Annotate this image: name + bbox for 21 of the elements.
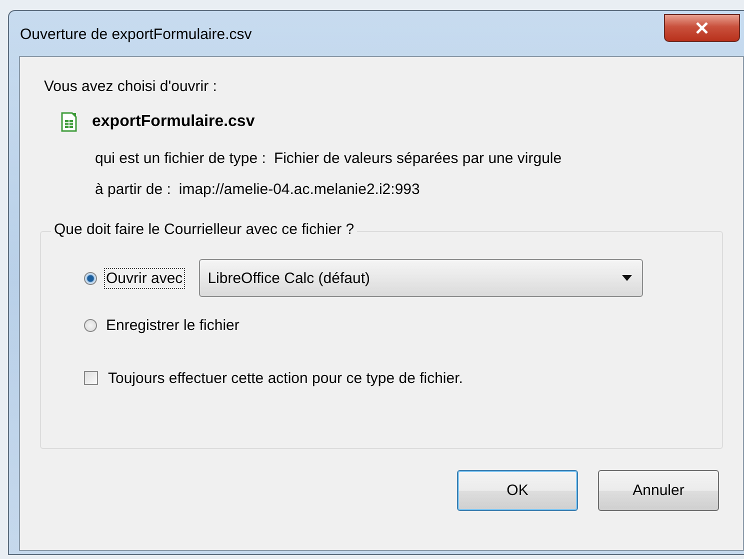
app-dropdown[interactable]: LibreOffice Calc (défaut) [198,259,643,297]
dialog-button[interactable]: Annuler [598,470,719,511]
checkbox-label[interactable]: Toujours effectuer cette action pour ce type de fichier. [106,368,465,388]
intro-text: Vous avez choisi d'ouvrir : [44,78,218,95]
close-button[interactable] [664,14,740,42]
field-label: qui est un fichier de type : [95,150,266,167]
window-title: Ouverture de exportFormulaire.csv [20,26,252,43]
checkbox[interactable] [84,371,98,385]
close-icon [695,22,709,34]
field-value: imap://amelie-04.ac.melanie2.i2:993 [178,181,420,198]
option-label[interactable]: Ouvrir avec [104,268,185,288]
caret-icon [622,275,632,281]
file-name: exportFormulaire.csv [92,113,255,131]
option-label[interactable]: Enregistrer le fichier [104,314,242,336]
field-label: à partir de : [95,181,171,198]
field-value: Fichier de valeurs séparées par une virgule [274,150,562,167]
group-label: Que doit faire le Courrielleur avec ce fichier ? [51,221,358,238]
radio-button[interactable] [84,272,97,284]
dialog-button[interactable]: OK [457,470,578,511]
radio-button[interactable] [84,318,97,332]
spreadsheet-file-icon [61,112,77,132]
